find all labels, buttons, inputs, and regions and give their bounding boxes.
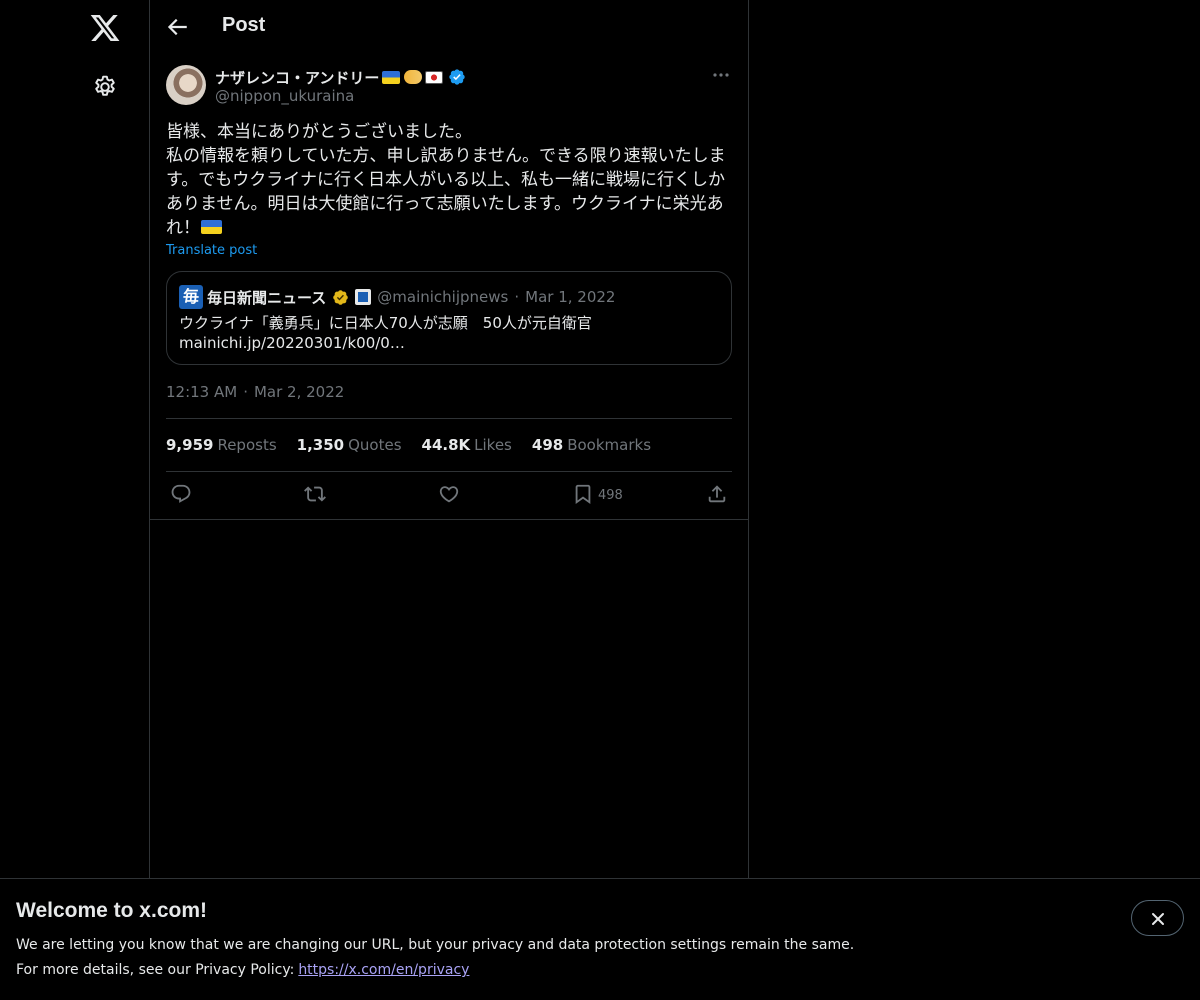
share-icon[interactable] bbox=[706, 483, 728, 505]
post-header: Post bbox=[150, 0, 748, 55]
likes-count: 44.8K bbox=[421, 436, 471, 454]
more-icon[interactable] bbox=[712, 72, 730, 78]
likes-label: Likes bbox=[474, 436, 512, 454]
tweet-body-text: 皆様、本当にありがとうございました。 私の情報を頼りしていた方、申し訳ありません… bbox=[166, 122, 726, 238]
banner-details: For more details, see our Privacy Policy… bbox=[16, 962, 469, 978]
action-bar: 498 bbox=[166, 483, 732, 507]
bookmarks-stat[interactable]: 498 Bookmarks bbox=[532, 436, 651, 454]
bookmarks-label: Bookmarks bbox=[567, 436, 652, 454]
divider bbox=[166, 418, 732, 419]
handshake-icon bbox=[404, 70, 423, 84]
engagement-stats: 9,959 Reposts 1,350 Quotes 44.8K Likes 498 B… bbox=[166, 436, 651, 454]
affiliate-badge-icon bbox=[355, 289, 372, 305]
reposts-count: 9,959 bbox=[166, 436, 214, 454]
verified-badge-icon[interactable] bbox=[448, 68, 466, 86]
close-banner-button[interactable] bbox=[1131, 900, 1184, 936]
reposts-stat[interactable]: 9,959 Reposts bbox=[166, 436, 277, 454]
post-timestamp[interactable]: 12:13 AM · Mar 2, 2022 bbox=[166, 383, 344, 401]
tweet-body: 皆様、本当にありがとうございました。 私の情報を頼りしていた方、申し訳ありません… bbox=[166, 120, 732, 240]
ukraine-flag-icon bbox=[382, 70, 401, 84]
quoted-avatar[interactable]: 毎 bbox=[179, 285, 203, 309]
repost-icon[interactable] bbox=[304, 483, 326, 505]
banner-details-text: For more details, see our Privacy Policy… bbox=[16, 962, 295, 978]
quoted-date: Mar 1, 2022 bbox=[525, 288, 616, 306]
separator-dot: · bbox=[514, 288, 520, 306]
close-icon bbox=[1152, 913, 1164, 925]
page-title: Post bbox=[222, 14, 266, 36]
bookmark-icon[interactable] bbox=[572, 483, 594, 505]
quotes-label: Quotes bbox=[348, 436, 402, 454]
translate-post-link[interactable]: Translate post bbox=[166, 243, 257, 258]
privacy-policy-link[interactable]: https://x.com/en/privacy bbox=[298, 962, 469, 978]
back-arrow-icon[interactable] bbox=[164, 14, 190, 40]
x-logo-icon[interactable] bbox=[89, 12, 121, 44]
divider bbox=[166, 471, 732, 472]
quoted-display-name: 毎日新聞ニュース bbox=[207, 288, 327, 307]
gold-verified-badge-icon bbox=[333, 289, 349, 305]
likes-stat[interactable]: 44.8K Likes bbox=[422, 436, 512, 454]
quotes-stat[interactable]: 1,350 Quotes bbox=[297, 436, 402, 454]
reposts-label: Reposts bbox=[217, 436, 277, 454]
avatar[interactable] bbox=[166, 65, 206, 105]
post-time[interactable]: 12:13 AM bbox=[166, 383, 237, 401]
japan-flag-icon bbox=[425, 70, 444, 84]
bookmark-count: 498 bbox=[598, 488, 623, 503]
quotes-count: 1,350 bbox=[296, 436, 345, 454]
main-column: Post ナザレンコ・アンドリー @nippon_ukuraina 皆様、本当に… bbox=[150, 0, 749, 1000]
quoted-post[interactable]: 毎 毎日新聞ニュース @mainichijpnews · Mar 1, 2022… bbox=[166, 271, 732, 365]
quoted-header: 毎日新聞ニュース @mainichijpnews · Mar 1, 2022 bbox=[207, 285, 615, 309]
welcome-banner: Welcome to x.com! We are letting you kno… bbox=[0, 878, 1200, 1000]
quoted-link-text: mainichi.jp/20220301/k00/0… bbox=[179, 334, 405, 352]
gear-icon[interactable] bbox=[92, 74, 118, 100]
author-display-name[interactable]: ナザレンコ・アンドリー bbox=[215, 67, 379, 88]
quoted-text: ウクライナ「義勇兵」に日本人70人が志願 50人が元自衛官 mainichi.j… bbox=[179, 313, 719, 353]
author-name-row[interactable]: ナザレンコ・アンドリー bbox=[215, 66, 466, 88]
like-icon[interactable] bbox=[438, 483, 460, 505]
divider bbox=[150, 519, 748, 520]
ukraine-flag-icon bbox=[201, 220, 222, 234]
banner-title: Welcome to x.com! bbox=[16, 899, 207, 922]
quoted-text-line: ウクライナ「義勇兵」に日本人70人が志願 50人が元自衛官 bbox=[179, 314, 592, 332]
post-date[interactable]: Mar 2, 2022 bbox=[254, 383, 344, 401]
banner-message: We are letting you know that we are chan… bbox=[16, 937, 855, 953]
bookmarks-count: 498 bbox=[531, 436, 564, 454]
reply-icon[interactable] bbox=[170, 483, 192, 505]
quoted-handle: @mainichijpnews bbox=[377, 288, 509, 306]
left-navigation bbox=[0, 0, 150, 1000]
separator-dot: · bbox=[243, 383, 248, 401]
author-handle[interactable]: @nippon_ukuraina bbox=[215, 87, 354, 105]
